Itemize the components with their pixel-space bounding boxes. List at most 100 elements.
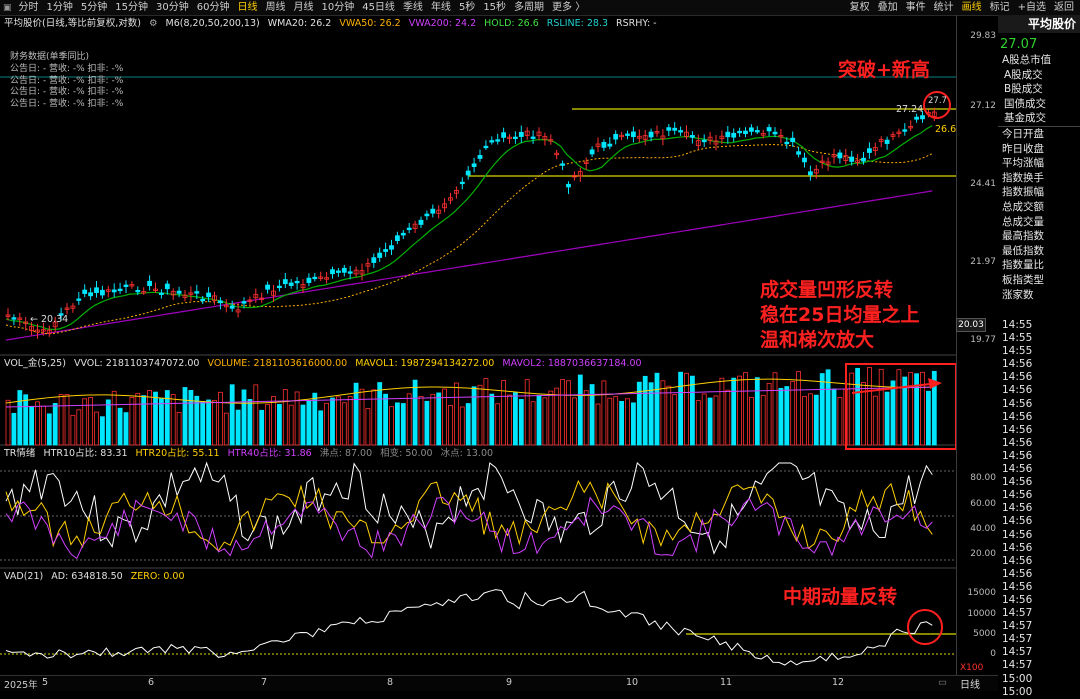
timeframe-4[interactable]: 30分钟	[152, 0, 193, 15]
toolbar-button-6[interactable]: +自选	[1014, 0, 1050, 15]
x-label: 10	[626, 677, 639, 688]
volume-bar	[583, 390, 589, 446]
volume-bar	[530, 401, 536, 446]
volume-bar	[483, 378, 489, 446]
toolbar-button-5[interactable]: 标记	[986, 0, 1014, 15]
volume-bar	[288, 404, 294, 446]
volume-bar	[536, 394, 542, 446]
volume-bar	[749, 396, 754, 446]
volume-bar	[884, 391, 890, 446]
tick-time: 14:56	[1002, 593, 1033, 606]
volume-bar	[400, 403, 406, 446]
tick-time: 14:55	[1002, 332, 1033, 345]
candle	[394, 235, 400, 242]
candle	[749, 127, 754, 132]
wma20-label: WMA20: 26.2	[267, 18, 332, 29]
timeframe-11[interactable]: 季线	[399, 0, 427, 15]
candle	[625, 133, 630, 136]
tick-time: 14:56	[1002, 449, 1033, 462]
volume-bar	[613, 396, 619, 446]
candle	[701, 139, 707, 143]
toolbar-button-4[interactable]: 画线	[958, 0, 986, 15]
candle	[282, 279, 288, 285]
timeframe-9[interactable]: 10分钟	[317, 0, 358, 15]
breakout-callout: 突破+新高	[838, 59, 930, 81]
timeframe-12[interactable]: 年线	[427, 0, 455, 15]
volume-bar	[111, 390, 117, 446]
volume-bar	[58, 394, 64, 446]
candle	[471, 163, 477, 168]
timeframe-0[interactable]: 分时	[15, 0, 43, 15]
toolbar-button-7[interactable]: 返回	[1050, 0, 1078, 15]
volume-bar	[878, 368, 884, 446]
timeframe-16[interactable]: 更多 〉	[548, 0, 589, 15]
timeframe-6[interactable]: 日线	[233, 0, 261, 15]
candle	[920, 115, 925, 120]
tick-time: 14:56	[1002, 580, 1033, 593]
timeframe-2[interactable]: 5分钟	[77, 0, 111, 15]
candle	[518, 132, 524, 137]
volume-bar	[459, 406, 465, 446]
period-tab[interactable]: 日线	[960, 676, 980, 691]
toolbar-button-2[interactable]: 事件	[902, 0, 930, 15]
tick-time: 14:56	[1002, 358, 1033, 371]
candle	[808, 171, 813, 176]
info-label: 昨日收盘	[1002, 142, 1044, 155]
panel-title: 平均股价	[998, 15, 1080, 33]
timeframe-13[interactable]: 5秒	[455, 0, 479, 15]
candle	[158, 292, 164, 295]
volume-bar	[365, 408, 371, 446]
volume-bar	[471, 386, 477, 446]
tick-time: 14:56	[1002, 436, 1033, 449]
tick-time: 14:56	[1002, 371, 1033, 384]
settings-icon[interactable]: ⚙	[149, 18, 158, 29]
volume-bar	[808, 393, 813, 446]
chart-area: ← 20.34 27.24 27.7 26.6 平均股价(日线,等比前复权,对数) ⚙…	[0, 15, 956, 675]
htr10-label: HTR10占比: 83.31	[43, 448, 128, 459]
timeframe-10[interactable]: 45日线	[358, 0, 399, 15]
candle	[288, 282, 294, 286]
volume-bar	[335, 396, 341, 446]
candle	[294, 280, 300, 284]
y-tick: 0	[990, 649, 996, 659]
fin-row: 公告日: - 营收: -% 扣非: -%	[10, 87, 124, 98]
y-tick: 60.00	[970, 499, 996, 509]
tick-time: 14:56	[1002, 502, 1033, 515]
timeframe-5[interactable]: 60分钟	[193, 0, 234, 15]
volume-bar	[229, 384, 235, 446]
tick-time: 14:57	[1002, 646, 1033, 659]
volume-bar	[631, 402, 636, 446]
volume-bar	[731, 377, 737, 446]
toolbar-button-0[interactable]: 复权	[846, 0, 874, 15]
volume-bar	[666, 385, 672, 446]
timeframe-15[interactable]: 多周期	[510, 0, 548, 15]
candle	[200, 298, 206, 302]
tick-time: 14:55	[1002, 345, 1033, 358]
timeframe-14[interactable]: 15秒	[479, 0, 510, 15]
right-info-panel: 平均股价 27.07 A股总市值 A股成交 B股成交 国债成交 基金成交 今日开盘 昨日收盘…	[998, 15, 1080, 698]
tool-buttons: 复权 叠加 事件 统计 画线 标记 +自选 返回	[846, 0, 1078, 15]
candle	[147, 280, 153, 287]
candle	[82, 289, 88, 294]
layout-icon[interactable]: ▣	[0, 3, 15, 13]
scroll-handle-icon[interactable]: ▭	[938, 677, 947, 688]
tick-time: 14:56	[1002, 463, 1033, 476]
volume-bar	[282, 389, 288, 446]
volume-bar	[430, 393, 436, 446]
volume-label: VOLUME: 2181103616000.00	[207, 358, 348, 369]
timeframe-1[interactable]: 1分钟	[43, 0, 77, 15]
volume-bar	[672, 394, 678, 446]
toolbar-button-1[interactable]: 叠加	[874, 0, 902, 15]
timeframe-3[interactable]: 15分钟	[111, 0, 152, 15]
vvol-label: VVOL: 2181103747072.00	[73, 358, 200, 369]
candle	[341, 267, 347, 273]
volume-bar	[170, 394, 176, 446]
timeframe-8[interactable]: 月线	[289, 0, 317, 15]
toolbar-button-3[interactable]: 统计	[930, 0, 958, 15]
vad-legend: VAD(21) AD: 634818.50 ZERO: 0.00	[4, 570, 190, 583]
volume-bar	[11, 412, 17, 446]
volume-bar	[306, 400, 312, 446]
timeframe-7[interactable]: 周线	[261, 0, 289, 15]
candle	[589, 149, 595, 155]
volume-bar	[276, 403, 282, 446]
